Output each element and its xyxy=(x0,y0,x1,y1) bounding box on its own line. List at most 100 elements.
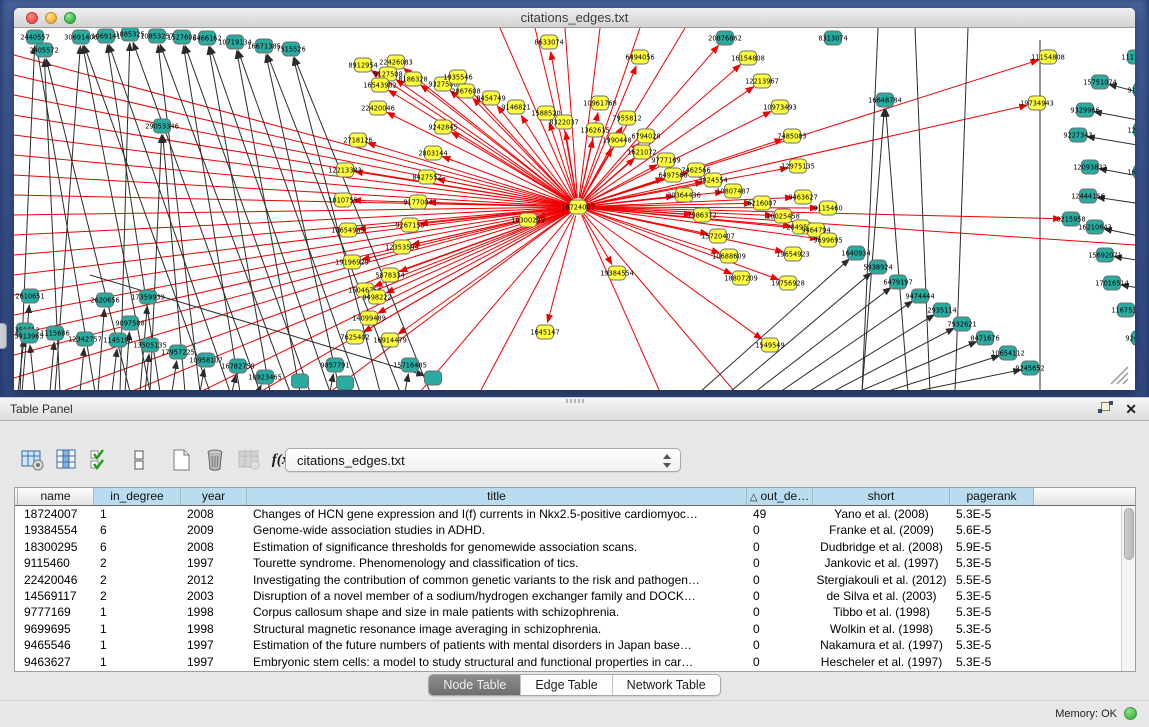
table-panel-titlebar[interactable]: Table Panel ✕ xyxy=(0,397,1149,421)
graph-node[interactable]: 12213967 xyxy=(745,74,779,88)
cell-outde[interactable]: 0 xyxy=(747,572,813,588)
cell-outde[interactable]: 0 xyxy=(747,654,813,670)
cell-indegree[interactable]: 1 xyxy=(94,637,181,653)
graph-node[interactable]: 9857791 xyxy=(320,358,349,372)
close-panel-icon[interactable]: ✕ xyxy=(1125,402,1137,416)
graph-node[interactable]: 12353594 xyxy=(385,240,419,254)
cell-name[interactable]: 9777169 xyxy=(18,604,94,620)
graph-node[interactable]: 14099489 xyxy=(352,311,386,325)
graph-node[interactable]: 10807487 xyxy=(716,184,750,198)
cell-year[interactable]: 2009 xyxy=(181,522,247,538)
delete-table-icon[interactable] xyxy=(200,445,230,475)
graph-node[interactable]: 18300295 xyxy=(511,213,545,227)
table-row[interactable]: 911546021997Tourette syndrome. Phenomeno… xyxy=(15,555,1135,571)
table-row[interactable]: 946362711997Embryonic stem cells: a mode… xyxy=(15,654,1135,670)
network-window-titlebar[interactable]: citations_edges.txt xyxy=(14,8,1135,28)
table-row[interactable]: 969969511998Structural magnetic resonanc… xyxy=(15,621,1135,637)
graph-node[interactable]: 12342757 xyxy=(68,332,102,346)
graph-node[interactable]: 19734943 xyxy=(1020,96,1054,110)
graph-node[interactable]: 20876862 xyxy=(708,31,742,45)
graph-node[interactable]: 2935114 xyxy=(927,303,956,317)
cell-name[interactable]: 14569117 xyxy=(18,588,94,604)
cell-year[interactable]: 1997 xyxy=(181,637,247,653)
cell-pagerank[interactable]: 5.3E-5 xyxy=(950,604,1034,620)
cell-name[interactable]: 9463627 xyxy=(18,654,94,670)
cell-year[interactable]: 2008 xyxy=(181,539,247,555)
cell-indegree[interactable]: 1 xyxy=(94,506,181,522)
column-header-name[interactable]: name xyxy=(18,488,94,505)
cell-pagerank[interactable]: 5.3E-5 xyxy=(950,654,1034,670)
cell-short[interactable]: Jankovic et al. (1997) xyxy=(813,555,950,571)
cell-short[interactable]: Yano et al. (2008) xyxy=(813,506,950,522)
tab-node-table[interactable]: Node Table xyxy=(429,675,521,695)
column-header-year[interactable]: year xyxy=(181,488,247,505)
table-row[interactable]: 2242004622012Investigating the contribut… xyxy=(15,572,1135,588)
cell-pagerank[interactable]: 5.3E-5 xyxy=(950,555,1034,571)
cell-pagerank[interactable]: 5.3E-5 xyxy=(950,506,1034,522)
cell-short[interactable]: Stergiakouli et al. (2012) xyxy=(813,572,950,588)
float-panel-icon[interactable] xyxy=(1098,401,1113,416)
graph-node[interactable]: 8427552 xyxy=(412,170,441,184)
cell-outde[interactable]: 0 xyxy=(747,539,813,555)
graph-node[interactable]: 15720407 xyxy=(701,229,735,243)
cell-indegree[interactable]: 6 xyxy=(94,522,181,538)
graph-node[interactable]: 15692071 xyxy=(1088,248,1122,262)
cell-short[interactable]: Hescheler et al. (1997) xyxy=(813,654,950,670)
column-header-pagerank[interactable]: pagerank xyxy=(950,488,1034,505)
tab-edge-table[interactable]: Edge Table xyxy=(521,675,612,695)
cell-title[interactable]: Tourette syndrome. Phenomenology and cla… xyxy=(247,555,747,571)
node-attribute-table[interactable]: namein_degreeyeartitle△out_de…shortpager… xyxy=(14,487,1136,672)
graph-node[interactable]: 1362615 xyxy=(580,123,609,137)
graph-node[interactable]: 2803144 xyxy=(418,146,447,160)
graph-node[interactable]: 9097588 xyxy=(115,316,144,330)
cell-short[interactable]: Dudbridge et al. (2008) xyxy=(813,539,950,555)
cell-title[interactable]: Estimation of the future numbers of pati… xyxy=(247,637,747,653)
network-canvas[interactable]: 1872400789129542242608391275088186328932… xyxy=(14,28,1135,390)
cell-title[interactable]: Structural magnetic resonance image aver… xyxy=(247,621,747,637)
graph-node[interactable]: 7625402 xyxy=(340,330,369,344)
table-selector-dropdown[interactable]: citations_edges.txt xyxy=(285,448,681,472)
cell-name[interactable]: 9699695 xyxy=(18,621,94,637)
cell-name[interactable]: 9465546 xyxy=(18,637,94,653)
cell-outde[interactable]: 0 xyxy=(747,637,813,653)
show-column-icon[interactable] xyxy=(52,445,82,475)
graph-node[interactable]: 12093832 xyxy=(1073,160,1107,174)
cell-year[interactable]: 1998 xyxy=(181,621,247,637)
cell-pagerank[interactable]: 5.3E-5 xyxy=(950,621,1034,637)
tab-network-table[interactable]: Network Table xyxy=(613,675,720,695)
graph-node[interactable]: 12444156 xyxy=(1071,189,1105,203)
cell-outde[interactable]: 0 xyxy=(747,621,813,637)
cell-name[interactable]: 22420046 xyxy=(18,572,94,588)
graph-node[interactable]: 15716485 xyxy=(393,358,427,372)
table-row[interactable]: 946554611997Estimation of the future num… xyxy=(15,637,1135,653)
table-row[interactable]: 1872400712008Changes of HCN gene express… xyxy=(15,506,1135,522)
graph-node[interactable]: 10961768 xyxy=(583,96,617,110)
graph-node[interactable]: 7485083 xyxy=(777,129,806,143)
cell-short[interactable]: Wolkin et al. (1998) xyxy=(813,621,950,637)
cell-indegree[interactable]: 1 xyxy=(94,621,181,637)
cell-name[interactable]: 18300295 xyxy=(18,539,94,555)
collapsed-panel-handle[interactable] xyxy=(0,323,7,349)
graph-node[interactable] xyxy=(425,371,442,385)
graph-node[interactable]: 1111280 xyxy=(1121,50,1135,64)
graph-node[interactable]: 10973493 xyxy=(763,100,797,114)
cell-short[interactable]: de Silva et al. (2003) xyxy=(813,588,950,604)
column-header-short[interactable]: short xyxy=(813,488,950,505)
graph-node[interactable]: 12975135 xyxy=(781,159,815,173)
table-settings-icon[interactable] xyxy=(18,445,48,475)
cell-title[interactable]: Changes of HCN gene expression and I(f) … xyxy=(247,506,747,522)
graph-node[interactable]: 1810755 xyxy=(328,193,357,207)
cell-outde[interactable]: 0 xyxy=(747,555,813,571)
cell-year[interactable]: 2012 xyxy=(181,572,247,588)
graph-node[interactable]: 12213383 xyxy=(328,163,362,177)
graph-node[interactable]: 9245083 xyxy=(1125,331,1135,345)
select-columns-icon[interactable] xyxy=(86,445,116,475)
table-row[interactable]: 977716911998Corpus callosum shape and si… xyxy=(15,604,1135,620)
cell-short[interactable]: Nakamura et al. (1997) xyxy=(813,637,950,653)
graph-node[interactable]: 10688609 xyxy=(712,249,746,263)
graph-node[interactable]: 8313074 xyxy=(818,31,847,45)
graph-node[interactable]: 9463627 xyxy=(788,190,817,204)
scrollbar-thumb[interactable] xyxy=(1124,508,1134,560)
graph-node[interactable]: 16914479 xyxy=(373,333,407,347)
resize-grip[interactable] xyxy=(1111,367,1128,384)
